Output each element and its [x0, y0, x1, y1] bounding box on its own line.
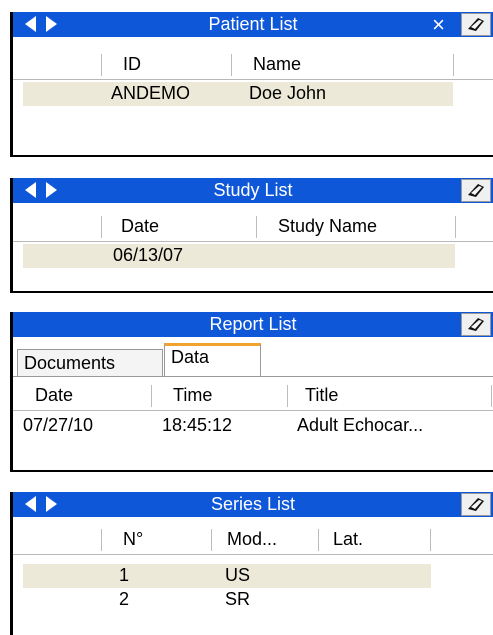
- report-list-titlebar: Report List: [13, 312, 493, 337]
- eraser-icon: [468, 318, 484, 331]
- series-number-cell: 1: [119, 565, 130, 585]
- eraser-icon: [468, 18, 484, 31]
- study-list-title: Study List: [213, 180, 293, 200]
- table-row[interactable]: 07/27/10 18:45:12 Adult Echocar...: [13, 414, 493, 438]
- study-list-panel: Study List Date Study Name 06/13/07: [10, 178, 493, 293]
- series-number-cell: 2: [119, 589, 130, 609]
- series-list-titlebar: Series List: [13, 492, 493, 517]
- patient-list-panel: Patient List × ID Name ANDEMO Doe John: [10, 12, 493, 157]
- patient-name-cell: Doe John: [249, 83, 327, 103]
- table-row[interactable]: 1 US: [23, 564, 431, 588]
- table-row[interactable]: 06/13/07: [23, 244, 455, 268]
- eraser-icon: [468, 184, 484, 197]
- column-header-title[interactable]: Title: [305, 385, 338, 406]
- report-list-tool-button[interactable]: [461, 313, 491, 336]
- eraser-icon: [468, 498, 484, 511]
- report-time-cell: 18:45:12: [162, 415, 233, 435]
- study-list-titlebar: Study List: [13, 178, 493, 203]
- tab-documents[interactable]: Documents: [17, 349, 163, 377]
- tab-data[interactable]: Data: [164, 343, 261, 377]
- tab-divider: [13, 376, 493, 377]
- study-date-cell: 06/13/07: [113, 245, 184, 265]
- table-row[interactable]: ANDEMO Doe John: [23, 82, 453, 106]
- column-header-id[interactable]: ID: [123, 54, 141, 75]
- patient-list-titlebar: Patient List ×: [13, 12, 493, 37]
- study-list-tool-button[interactable]: [461, 179, 491, 202]
- column-header-number[interactable]: N°: [123, 529, 143, 550]
- close-icon[interactable]: ×: [432, 12, 445, 37]
- column-header-date[interactable]: Date: [121, 216, 159, 237]
- patient-list-title: Patient List: [208, 14, 298, 34]
- patient-list-header: ID Name: [13, 51, 493, 80]
- study-list-header: Date Study Name: [13, 213, 493, 242]
- column-header-modality[interactable]: Mod...: [227, 529, 277, 550]
- column-header-laterality[interactable]: Lat.: [333, 529, 363, 550]
- report-list-title: Report List: [209, 314, 297, 334]
- report-title-cell: Adult Echocar...: [297, 415, 424, 435]
- patient-list-tool-button[interactable]: [461, 13, 491, 36]
- table-row[interactable]: 2 SR: [23, 588, 431, 612]
- column-header-name[interactable]: Name: [253, 54, 301, 75]
- column-header-study-name[interactable]: Study Name: [278, 216, 377, 237]
- series-list-title: Series List: [210, 494, 296, 514]
- report-list-panel: Report List Documents Data Date Time Tit…: [10, 312, 493, 472]
- series-list-tool-button[interactable]: [461, 493, 491, 516]
- patient-id-cell: ANDEMO: [111, 83, 191, 103]
- series-modality-cell: US: [225, 565, 251, 585]
- series-list-panel: Series List N° Mod... Lat. 1 US 2 SR: [10, 492, 493, 635]
- series-modality-cell: SR: [225, 589, 251, 609]
- series-list-header: N° Mod... Lat.: [13, 526, 493, 555]
- column-header-date[interactable]: Date: [35, 385, 73, 406]
- column-header-time[interactable]: Time: [173, 385, 212, 406]
- report-date-cell: 07/27/10: [23, 415, 94, 435]
- report-list-header: Date Time Title: [13, 382, 493, 411]
